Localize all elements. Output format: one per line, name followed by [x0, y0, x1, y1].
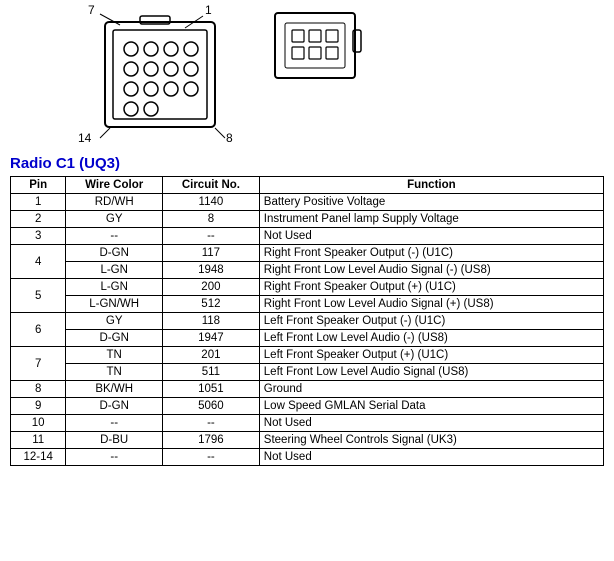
cell-wire: L-GN [66, 279, 163, 296]
cell-circuit: 512 [163, 296, 260, 313]
cell-circuit: 200 [163, 279, 260, 296]
cell-pin: 7 [11, 347, 66, 381]
wiring-table: Pin Wire Color Circuit No. Function 1RD/… [10, 176, 604, 466]
cell-pin: 6 [11, 313, 66, 347]
cell-pin: 9 [11, 398, 66, 415]
cell-wire: GY [66, 313, 163, 330]
cell-function: Steering Wheel Controls Signal (UK3) [259, 432, 603, 449]
cell-pin: 5 [11, 279, 66, 313]
table-row: 3----Not Used [11, 228, 604, 245]
diagram-area: 7 1 14 8 [0, 0, 614, 155]
cell-function: Right Front Speaker Output (+) (U1C) [259, 279, 603, 296]
table-row: 7TN201Left Front Speaker Output (+) (U1C… [11, 347, 604, 364]
table-row: 10----Not Used [11, 415, 604, 432]
table-row: 2GY8Instrument Panel lamp Supply Voltage [11, 211, 604, 228]
cell-pin: 12-14 [11, 449, 66, 466]
cell-function: Right Front Low Level Audio Signal (+) (… [259, 296, 603, 313]
cell-wire: -- [66, 449, 163, 466]
cell-circuit: 1796 [163, 432, 260, 449]
header-pin: Pin [11, 177, 66, 194]
cell-pin: 11 [11, 432, 66, 449]
cell-wire: GY [66, 211, 163, 228]
cell-function: Ground [259, 381, 603, 398]
cell-pin: 4 [11, 245, 66, 279]
cell-wire: BK/WH [66, 381, 163, 398]
cell-function: Not Used [259, 449, 603, 466]
cell-wire: D-GN [66, 330, 163, 347]
label-14: 14 [78, 131, 92, 145]
cell-circuit: 1947 [163, 330, 260, 347]
cell-circuit: 8 [163, 211, 260, 228]
small-connector-svg [270, 8, 370, 108]
cell-function: Not Used [259, 228, 603, 245]
cell-function: Low Speed GMLAN Serial Data [259, 398, 603, 415]
table-row: 4D-GN117Right Front Speaker Output (-) (… [11, 245, 604, 262]
cell-function: Left Front Low Level Audio Signal (US8) [259, 364, 603, 381]
cell-wire: D-BU [66, 432, 163, 449]
cell-wire: TN [66, 347, 163, 364]
cell-pin: 2 [11, 211, 66, 228]
cell-circuit: 1051 [163, 381, 260, 398]
cell-pin: 8 [11, 381, 66, 398]
table-title: Radio C1 (UQ3) [0, 155, 614, 176]
cell-wire: D-GN [66, 245, 163, 262]
table-row: 12-14----Not Used [11, 449, 604, 466]
cell-function: Right Front Speaker Output (-) (U1C) [259, 245, 603, 262]
cell-function: Left Front Low Level Audio (-) (US8) [259, 330, 603, 347]
cell-circuit: -- [163, 449, 260, 466]
main-connector-svg: 7 1 14 8 [20, 0, 250, 150]
header-circuit: Circuit No. [163, 177, 260, 194]
cell-circuit: 117 [163, 245, 260, 262]
table-row: 11D-BU1796Steering Wheel Controls Signal… [11, 432, 604, 449]
header-wire-color: Wire Color [66, 177, 163, 194]
cell-circuit: 201 [163, 347, 260, 364]
table-row: 9D-GN5060Low Speed GMLAN Serial Data [11, 398, 604, 415]
table-row: L-GN1948Right Front Low Level Audio Sign… [11, 262, 604, 279]
label-7: 7 [88, 3, 95, 17]
table-row: L-GN/WH512Right Front Low Level Audio Si… [11, 296, 604, 313]
cell-function: Right Front Low Level Audio Signal (-) (… [259, 262, 603, 279]
cell-wire: RD/WH [66, 194, 163, 211]
label-8: 8 [226, 131, 233, 145]
table-row: TN511Left Front Low Level Audio Signal (… [11, 364, 604, 381]
cell-function: Battery Positive Voltage [259, 194, 603, 211]
cell-wire: TN [66, 364, 163, 381]
header-function: Function [259, 177, 603, 194]
cell-wire: L-GN/WH [66, 296, 163, 313]
label-1: 1 [205, 3, 212, 17]
table-row: 6GY118Left Front Speaker Output (-) (U1C… [11, 313, 604, 330]
cell-pin: 10 [11, 415, 66, 432]
cell-function: Instrument Panel lamp Supply Voltage [259, 211, 603, 228]
cell-circuit: 1948 [163, 262, 260, 279]
table-row: D-GN1947Left Front Low Level Audio (-) (… [11, 330, 604, 347]
cell-circuit: 511 [163, 364, 260, 381]
cell-wire: D-GN [66, 398, 163, 415]
cell-circuit: 118 [163, 313, 260, 330]
cell-circuit: 1140 [163, 194, 260, 211]
cell-pin: 1 [11, 194, 66, 211]
cell-wire: -- [66, 228, 163, 245]
cell-wire: -- [66, 415, 163, 432]
cell-circuit: 5060 [163, 398, 260, 415]
cell-function: Not Used [259, 415, 603, 432]
table-row: 5L-GN200Right Front Speaker Output (+) (… [11, 279, 604, 296]
cell-circuit: -- [163, 228, 260, 245]
table-row: 1RD/WH1140Battery Positive Voltage [11, 194, 604, 211]
cell-circuit: -- [163, 415, 260, 432]
cell-pin: 3 [11, 228, 66, 245]
cell-function: Left Front Speaker Output (+) (U1C) [259, 347, 603, 364]
cell-wire: L-GN [66, 262, 163, 279]
table-row: 8BK/WH1051Ground [11, 381, 604, 398]
cell-function: Left Front Speaker Output (-) (U1C) [259, 313, 603, 330]
